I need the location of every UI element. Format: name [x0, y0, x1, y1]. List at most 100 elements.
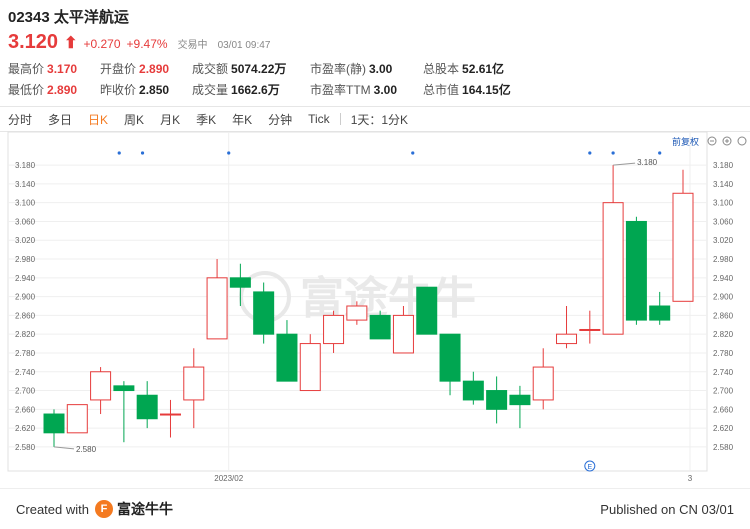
candle-body [392, 314, 414, 354]
tab-item[interactable]: 月K [152, 111, 188, 128]
adjust-label: 前复权 [672, 136, 699, 147]
y-tick-label-right: 3.020 [713, 236, 734, 245]
futu-logo-icon: F [95, 500, 113, 518]
candle-body [579, 328, 601, 331]
y-tick-label-right: 3.140 [713, 180, 734, 189]
y-tick-label-left: 2.620 [15, 424, 36, 433]
stat-value: 2.890 [47, 83, 78, 97]
event-dot [611, 151, 615, 155]
y-tick-label-left: 2.780 [15, 349, 36, 358]
candle-body [509, 394, 531, 406]
stat-label: 最高价 [8, 62, 45, 76]
settings-icon [737, 136, 747, 146]
event-dot [117, 151, 121, 155]
stat-label: 总股本 [423, 62, 460, 76]
trading-status: 交易中 [177, 40, 208, 51]
y-tick-label-left: 2.900 [15, 293, 36, 302]
event-dot [227, 151, 231, 155]
tab-item[interactable]: 季K [188, 111, 224, 128]
stats-grid: 最高价 3.170 开盘价 2.890 成交额 5074.22万 市盈率(静) 3.00 总股本… [8, 60, 533, 98]
candle-body [369, 314, 391, 340]
high-marker-label: 3.180 [637, 158, 658, 167]
tab-item[interactable]: Tick [300, 112, 338, 126]
stock-code: 02343 [8, 9, 50, 26]
y-tick-label-left: 3.060 [15, 217, 36, 226]
candle-body [532, 366, 554, 401]
stock-name: 太平洋航运 [53, 9, 129, 26]
footer: Created with F 富途牛牛 Published on CN 03/0… [0, 488, 750, 529]
candle-body [159, 413, 181, 416]
candle-body [346, 305, 368, 321]
candlestick-chart[interactable]: 3.180 3.180 3.140 3.140 3.100 3.100 3.060 3.060… [0, 131, 750, 487]
price-change: +0.270 [83, 37, 121, 51]
candle-body [276, 333, 298, 382]
tab-item[interactable]: 年K [224, 111, 260, 128]
y-tick-label-right: 2.780 [713, 349, 734, 358]
y-tick-label-left: 3.020 [15, 236, 36, 245]
y-tick-label-left: 2.740 [15, 368, 36, 377]
candle-body [136, 394, 158, 420]
tab-item[interactable]: 分钟 [260, 111, 300, 128]
candle-body [556, 333, 578, 345]
y-tick-label-left: 2.820 [15, 330, 36, 339]
price-row: 3.120 ⬆ +0.270 +9.47% 交易中 03/01 09:47 [8, 31, 270, 54]
stat-item: 总股本 52.61亿 [423, 60, 533, 77]
y-tick-label-left: 2.700 [15, 387, 36, 396]
y-tick-label-left: 3.180 [15, 161, 36, 170]
candle-body [66, 404, 88, 434]
y-tick-label-left: 2.660 [15, 405, 36, 414]
y-tick-label-right: 3.060 [713, 217, 734, 226]
event-dot [658, 151, 662, 155]
candle-body [183, 366, 205, 401]
low-marker-label: 2.580 [76, 445, 97, 454]
candle-body [672, 192, 694, 302]
stat-item: 最高价 3.170 [8, 60, 100, 77]
candle-body [206, 277, 228, 340]
event-dot [140, 151, 145, 155]
brand-name: 富途牛牛 [117, 501, 173, 517]
tab-item[interactable]: 日K [80, 111, 116, 128]
dividend-marker-label: E [587, 464, 592, 471]
stat-item: 成交额 5074.22万 [192, 60, 310, 77]
y-tick-label-right: 2.820 [713, 330, 734, 339]
y-tick-label-right: 2.580 [713, 443, 734, 452]
stat-label: 最低价 [8, 83, 45, 97]
stat-value: 2.890 [139, 62, 170, 76]
y-tick-label-left: 3.140 [15, 180, 36, 189]
published-label: Published on CN 03/01 [600, 502, 734, 517]
trading-time: 03/01 09:47 [217, 40, 271, 51]
candle-body [43, 413, 65, 434]
tab-separator [339, 113, 341, 125]
stat-value: 3.00 [373, 83, 398, 97]
stat-item: 开盘价 2.890 [100, 60, 192, 77]
stat-item: 成交量 1662.6万 [192, 81, 310, 98]
candle-body [439, 333, 461, 382]
stat-item: 昨收价 2.850 [100, 81, 192, 98]
y-tick-label-right: 3.100 [713, 199, 734, 208]
brand-logo: F 富途牛牛 [95, 499, 173, 519]
y-tick-label-right: 3.180 [713, 161, 734, 170]
y-tick-label-left: 2.860 [15, 311, 36, 320]
tab-item[interactable]: 周K [116, 111, 152, 128]
y-tick-label-right: 2.860 [713, 311, 734, 320]
candle-body [229, 277, 251, 288]
created-with-label: Created with [16, 502, 89, 517]
tab-item[interactable]: 分时 [0, 111, 40, 128]
stat-label: 成交额 [192, 62, 229, 76]
stat-label: 开盘价 [100, 62, 137, 76]
stat-value: 3.170 [47, 62, 78, 76]
stat-value: 5074.22万 [231, 62, 287, 76]
up-arrow-icon: ⬆ [64, 35, 78, 52]
candle-body [253, 291, 275, 335]
stat-value: 164.15亿 [462, 83, 511, 97]
candle-body [649, 305, 671, 321]
event-dot [588, 151, 592, 155]
candle-body [486, 390, 508, 410]
price-change-pct: +9.47% [126, 37, 168, 51]
event-dot [411, 151, 415, 155]
stat-value: 52.61亿 [462, 62, 505, 76]
candle-body [625, 220, 647, 321]
y-tick-label-right: 2.700 [713, 387, 734, 396]
period-selector[interactable]: 1天：1分K [343, 111, 416, 128]
tab-item[interactable]: 多日 [40, 111, 80, 128]
